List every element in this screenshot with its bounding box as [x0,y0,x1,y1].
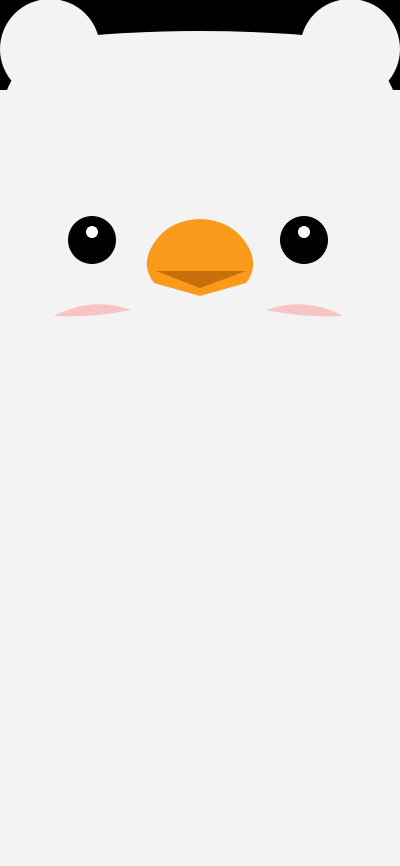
right-eye-highlight [298,226,310,238]
head-body [0,31,400,866]
right-eye [280,216,328,264]
wallpaper-stage [0,0,400,866]
right-eye-pupil [280,216,328,264]
duck-face-illustration [0,0,400,866]
left-eye-highlight [86,226,98,238]
left-eye-pupil [68,216,116,264]
left-eye [68,216,116,264]
